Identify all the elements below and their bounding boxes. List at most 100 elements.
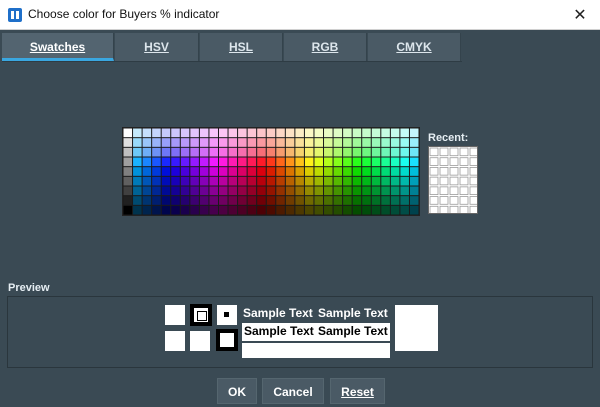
swatch-cell[interactable]: [352, 157, 362, 167]
swatch-grid[interactable]: [122, 127, 420, 216]
recent-swatch-cell[interactable]: [469, 157, 478, 166]
swatch-cell[interactable]: [276, 186, 285, 196]
swatch-cell[interactable]: [161, 186, 171, 196]
swatch-cell[interactable]: [180, 186, 190, 196]
recent-swatch-cell[interactable]: [439, 186, 449, 195]
swatch-cell[interactable]: [123, 205, 133, 215]
swatch-cell[interactable]: [409, 205, 419, 215]
swatch-cell[interactable]: [324, 167, 333, 176]
swatch-cell[interactable]: [123, 128, 133, 138]
swatch-cell[interactable]: [362, 138, 371, 147]
swatch-cell[interactable]: [228, 138, 238, 147]
swatch-cell[interactable]: [285, 128, 295, 138]
swatch-cell[interactable]: [343, 196, 352, 205]
swatch-cell[interactable]: [352, 205, 362, 215]
swatch-cell[interactable]: [190, 157, 199, 167]
swatch-cell[interactable]: [276, 196, 285, 205]
swatch-cell[interactable]: [276, 176, 285, 186]
swatch-cell[interactable]: [324, 196, 333, 205]
swatch-cell[interactable]: [171, 196, 180, 205]
swatch-cell[interactable]: [343, 167, 352, 176]
swatch-cell[interactable]: [247, 186, 257, 196]
swatch-cell[interactable]: [142, 196, 152, 205]
swatch-cell[interactable]: [381, 157, 390, 167]
swatch-cell[interactable]: [324, 157, 333, 167]
swatch-cell[interactable]: [123, 167, 133, 176]
swatch-cell[interactable]: [199, 157, 209, 167]
swatch-cell[interactable]: [161, 128, 171, 138]
swatch-cell[interactable]: [171, 176, 180, 186]
swatch-cell[interactable]: [295, 205, 304, 215]
recent-swatch-cell[interactable]: [469, 167, 478, 176]
swatch-cell[interactable]: [218, 157, 228, 167]
swatch-cell[interactable]: [381, 167, 390, 176]
swatch-cell[interactable]: [324, 147, 333, 157]
recent-swatch-cell[interactable]: [439, 176, 449, 186]
swatch-cell[interactable]: [285, 138, 295, 147]
swatch-cell[interactable]: [123, 176, 133, 186]
swatch-cell[interactable]: [218, 138, 228, 147]
swatch-cell[interactable]: [285, 147, 295, 157]
swatch-cell[interactable]: [390, 147, 400, 157]
swatch-cell[interactable]: [295, 147, 304, 157]
swatch-cell[interactable]: [304, 167, 314, 176]
swatch-cell[interactable]: [180, 138, 190, 147]
swatch-cell[interactable]: [171, 205, 180, 215]
swatch-cell[interactable]: [276, 157, 285, 167]
swatch-cell[interactable]: [324, 138, 333, 147]
swatch-cell[interactable]: [266, 186, 276, 196]
swatch-cell[interactable]: [123, 186, 133, 196]
swatch-cell[interactable]: [142, 186, 152, 196]
swatch-cell[interactable]: [343, 138, 352, 147]
swatch-cell[interactable]: [180, 205, 190, 215]
swatch-cell[interactable]: [171, 157, 180, 167]
swatch-cell[interactable]: [133, 138, 142, 147]
swatch-cell[interactable]: [314, 205, 324, 215]
swatch-cell[interactable]: [142, 205, 152, 215]
swatch-cell[interactable]: [247, 205, 257, 215]
recent-swatch-cell[interactable]: [439, 157, 449, 166]
swatch-cell[interactable]: [352, 147, 362, 157]
swatch-cell[interactable]: [295, 138, 304, 147]
swatch-cell[interactable]: [238, 196, 247, 205]
swatch-cell[interactable]: [371, 176, 381, 186]
swatch-cell[interactable]: [123, 147, 133, 157]
swatch-cell[interactable]: [142, 138, 152, 147]
swatch-cell[interactable]: [142, 128, 152, 138]
swatch-cell[interactable]: [238, 147, 247, 157]
swatch-cell[interactable]: [228, 176, 238, 186]
swatch-cell[interactable]: [276, 167, 285, 176]
swatch-cell[interactable]: [247, 196, 257, 205]
swatch-cell[interactable]: [362, 147, 371, 157]
swatch-cell[interactable]: [362, 196, 371, 205]
swatch-cell[interactable]: [314, 128, 324, 138]
swatch-cell[interactable]: [161, 157, 171, 167]
swatch-cell[interactable]: [362, 205, 371, 215]
tab-rgb[interactable]: RGB: [284, 33, 367, 61]
close-button[interactable]: ✕: [560, 0, 600, 29]
swatch-cell[interactable]: [333, 147, 343, 157]
recent-swatch-grid[interactable]: [428, 146, 478, 214]
recent-swatch-cell[interactable]: [459, 147, 469, 157]
swatch-cell[interactable]: [228, 128, 238, 138]
swatch-cell[interactable]: [257, 157, 266, 167]
swatch-cell[interactable]: [333, 128, 343, 138]
swatch-cell[interactable]: [199, 205, 209, 215]
swatch-cell[interactable]: [304, 128, 314, 138]
cancel-button[interactable]: Cancel: [262, 378, 324, 404]
recent-swatch-cell[interactable]: [439, 167, 449, 176]
recent-swatch-cell[interactable]: [449, 176, 459, 186]
recent-swatch-cell[interactable]: [449, 147, 459, 157]
swatch-cell[interactable]: [218, 196, 228, 205]
recent-swatch-cell[interactable]: [449, 167, 459, 176]
swatch-cell[interactable]: [362, 157, 371, 167]
swatch-cell[interactable]: [381, 186, 390, 196]
swatch-cell[interactable]: [266, 147, 276, 157]
swatch-cell[interactable]: [381, 205, 390, 215]
swatch-cell[interactable]: [199, 167, 209, 176]
swatch-cell[interactable]: [285, 167, 295, 176]
recent-swatch-cell[interactable]: [439, 147, 449, 157]
recent-swatch-cell[interactable]: [449, 196, 459, 205]
swatch-cell[interactable]: [409, 167, 419, 176]
swatch-cell[interactable]: [295, 186, 304, 196]
